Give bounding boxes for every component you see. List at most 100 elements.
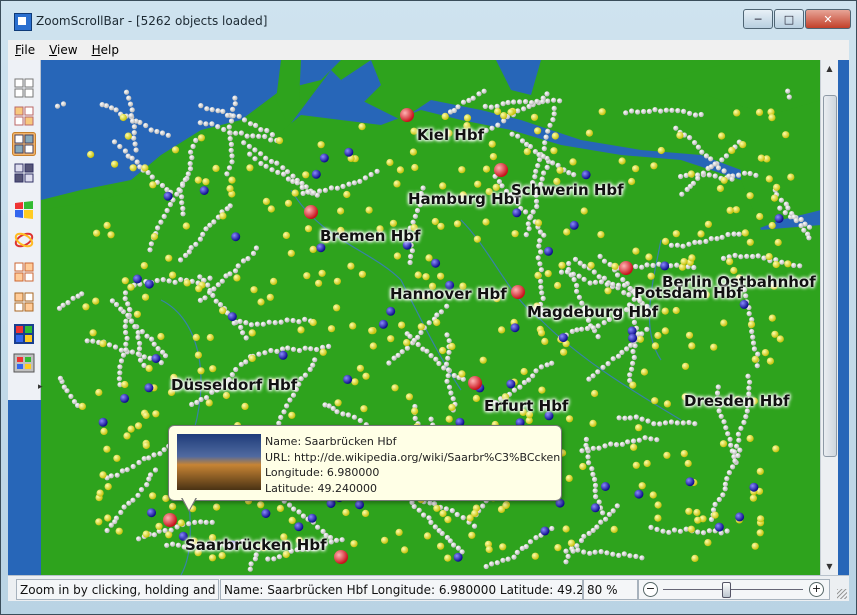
zoom-out-button[interactable]: − bbox=[643, 582, 658, 597]
station-marker[interactable] bbox=[268, 137, 274, 143]
station-marker[interactable] bbox=[311, 169, 321, 179]
station-marker[interactable] bbox=[238, 324, 244, 330]
station-marker[interactable] bbox=[284, 403, 290, 409]
station-marker[interactable] bbox=[631, 354, 637, 361]
station-marker[interactable] bbox=[426, 320, 432, 326]
station-marker[interactable] bbox=[574, 288, 580, 294]
station-marker[interactable] bbox=[771, 330, 779, 338]
station-marker[interactable] bbox=[204, 106, 210, 112]
station-marker[interactable] bbox=[727, 436, 733, 442]
station-marker[interactable] bbox=[327, 325, 336, 333]
station-marker[interactable] bbox=[205, 282, 211, 288]
title-bar[interactable]: ZoomScrollBar - [5262 objects loaded] ─ … bbox=[0, 0, 857, 40]
station-marker[interactable] bbox=[716, 496, 722, 503]
station-marker[interactable] bbox=[263, 155, 269, 161]
station-marker[interactable] bbox=[138, 487, 145, 493]
station-marker[interactable] bbox=[103, 445, 111, 453]
station-marker[interactable] bbox=[680, 258, 688, 266]
station-marker[interactable] bbox=[315, 279, 323, 287]
station-marker[interactable] bbox=[241, 402, 249, 410]
station-marker[interactable] bbox=[652, 107, 658, 113]
station-marker[interactable] bbox=[621, 551, 627, 557]
station-marker[interactable] bbox=[574, 327, 580, 333]
station-marker[interactable] bbox=[735, 431, 742, 437]
station-marker[interactable] bbox=[598, 279, 605, 285]
close-button[interactable]: ✕ bbox=[805, 9, 851, 29]
station-marker[interactable] bbox=[142, 411, 150, 420]
station-marker[interactable] bbox=[182, 177, 188, 183]
station-marker[interactable] bbox=[187, 161, 193, 167]
station-marker[interactable] bbox=[540, 99, 546, 105]
station-marker[interactable] bbox=[327, 534, 334, 541]
station-marker[interactable] bbox=[127, 307, 133, 313]
station-marker[interactable] bbox=[136, 346, 143, 352]
station-marker[interactable] bbox=[585, 129, 594, 137]
station-marker[interactable] bbox=[437, 272, 445, 280]
station-marker[interactable] bbox=[268, 347, 274, 354]
station-marker[interactable] bbox=[209, 365, 217, 373]
station-marker[interactable] bbox=[505, 556, 511, 562]
station-marker[interactable] bbox=[480, 503, 486, 509]
station-marker[interactable] bbox=[690, 180, 697, 186]
station-marker[interactable] bbox=[632, 247, 640, 255]
station-marker[interactable] bbox=[720, 255, 727, 261]
station-marker[interactable] bbox=[482, 165, 491, 173]
station-marker[interactable] bbox=[274, 348, 280, 354]
layout-5-icon[interactable] bbox=[12, 260, 36, 284]
station-marker[interactable] bbox=[93, 229, 101, 237]
station-marker[interactable] bbox=[228, 176, 236, 184]
station-marker[interactable] bbox=[756, 529, 764, 537]
station-marker[interactable] bbox=[557, 98, 563, 104]
scroll-up-arrow-icon[interactable]: ▲ bbox=[821, 60, 838, 77]
station-marker[interactable] bbox=[633, 553, 639, 559]
station-marker[interactable] bbox=[439, 509, 447, 518]
station-marker[interactable] bbox=[175, 542, 181, 548]
station-marker[interactable] bbox=[692, 140, 698, 146]
station-marker[interactable] bbox=[776, 335, 784, 343]
station-marker[interactable] bbox=[250, 250, 257, 256]
station-marker[interactable] bbox=[319, 153, 329, 163]
station-marker[interactable] bbox=[677, 528, 684, 534]
station-marker[interactable] bbox=[409, 148, 417, 156]
station-marker[interactable] bbox=[786, 94, 792, 100]
station-marker[interactable] bbox=[151, 354, 161, 363]
station-marker[interactable] bbox=[149, 174, 155, 180]
station-marker[interactable] bbox=[197, 367, 205, 375]
station-marker[interactable] bbox=[197, 274, 203, 280]
station-marker[interactable] bbox=[524, 141, 530, 147]
station-marker[interactable] bbox=[290, 178, 296, 184]
station-marker[interactable] bbox=[712, 173, 718, 179]
station-marker[interactable] bbox=[262, 197, 270, 205]
station-marker[interactable] bbox=[431, 217, 439, 226]
station-marker[interactable] bbox=[463, 114, 472, 122]
station-marker[interactable] bbox=[527, 215, 533, 221]
station-marker[interactable] bbox=[340, 411, 346, 417]
station-marker[interactable] bbox=[192, 519, 198, 525]
station-marker[interactable] bbox=[220, 108, 226, 114]
station-marker[interactable] bbox=[159, 182, 166, 189]
scrollbar-thumb[interactable] bbox=[823, 95, 837, 457]
station-marker[interactable] bbox=[625, 439, 631, 445]
menu-file[interactable]: File bbox=[8, 43, 42, 57]
station-marker[interactable] bbox=[333, 277, 341, 285]
station-marker[interactable] bbox=[393, 180, 401, 188]
station-marker[interactable] bbox=[574, 543, 580, 549]
station-marker[interactable] bbox=[446, 349, 452, 355]
station-marker[interactable] bbox=[155, 522, 163, 530]
station-marker[interactable] bbox=[346, 181, 352, 187]
station-marker[interactable] bbox=[687, 110, 693, 116]
station-marker[interactable] bbox=[133, 147, 139, 153]
station-marker[interactable] bbox=[685, 477, 695, 487]
station-marker[interactable] bbox=[285, 345, 291, 351]
station-marker[interactable] bbox=[275, 169, 281, 175]
zoom-in-button[interactable]: + bbox=[809, 582, 824, 597]
station-marker[interactable] bbox=[351, 180, 357, 186]
station-marker[interactable] bbox=[398, 321, 406, 329]
station-marker[interactable] bbox=[744, 253, 750, 259]
station-marker[interactable] bbox=[57, 375, 63, 381]
station-marker[interactable] bbox=[556, 166, 564, 174]
station-marker[interactable] bbox=[368, 171, 374, 178]
station-marker[interactable] bbox=[774, 213, 784, 223]
station-marker[interactable] bbox=[540, 295, 546, 301]
station-marker[interactable] bbox=[235, 263, 241, 269]
